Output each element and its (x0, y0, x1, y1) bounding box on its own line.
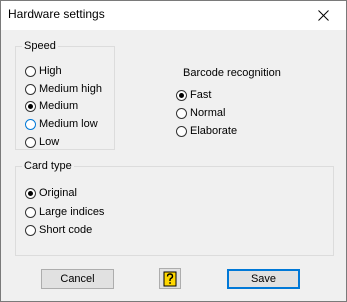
barcode-option-label: Fast (190, 89, 212, 101)
card-type-group-legend: Card type (22, 159, 74, 173)
radio-button-selected-icon (25, 187, 36, 199)
speed-option-label: Medium (39, 100, 79, 112)
card-type-option-label: Large indices (39, 206, 105, 218)
speed-option-medium-high[interactable]: Medium high (25, 81, 102, 97)
radio-button-icon (176, 107, 187, 119)
card-type-option-original[interactable]: Original (25, 185, 77, 201)
radio-button-icon (25, 83, 36, 95)
speed-option-label: Medium high (39, 83, 102, 95)
radio-button-icon (25, 224, 36, 236)
barcode-option-elaborate[interactable]: Elaborate (176, 123, 237, 139)
cancel-button-label: Cancel (60, 273, 95, 285)
speed-option-medium-low[interactable]: Medium low (25, 116, 98, 132)
radio-button-selected-icon (25, 100, 36, 112)
radio-button-icon (25, 65, 36, 77)
speed-option-label: Low (39, 136, 60, 148)
barcode-option-label: Elaborate (190, 125, 238, 137)
radio-button-selected-icon (176, 89, 187, 101)
radio-button-icon (176, 125, 187, 137)
card-type-option-large-indices[interactable]: Large indices (25, 204, 104, 220)
radio-button-icon (25, 206, 36, 218)
window-title: Hardware settings (8, 7, 105, 21)
card-type-option-short-code[interactable]: Short code (25, 222, 92, 238)
radio-button-icon (25, 118, 36, 130)
close-icon (318, 10, 329, 21)
barcode-option-normal[interactable]: Normal (176, 105, 225, 121)
speed-option-label: Medium low (39, 118, 98, 130)
barcode-option-fast[interactable]: Fast (176, 87, 211, 103)
title-bar: Hardware settings (1, 1, 346, 30)
speed-option-label: High (39, 65, 62, 77)
speed-option-low[interactable]: Low (25, 134, 59, 150)
hardware-settings-dialog: Hardware settings Speed High Medium high… (0, 0, 347, 302)
card-type-option-label: Original (39, 187, 77, 199)
save-button-label: Save (250, 273, 277, 285)
speed-option-medium[interactable]: Medium (25, 98, 78, 114)
radio-button-icon (25, 136, 36, 148)
save-button[interactable]: Save (227, 269, 300, 289)
help-question-icon (163, 271, 177, 286)
card-type-option-label: Short code (39, 224, 93, 236)
help-button[interactable] (159, 268, 181, 289)
close-button[interactable] (301, 1, 346, 30)
speed-option-high[interactable]: High (25, 63, 62, 79)
cancel-button[interactable]: Cancel (41, 269, 114, 289)
speed-group-legend: Speed (22, 39, 58, 53)
barcode-recognition-label: Barcode recognition (183, 67, 281, 79)
barcode-option-label: Normal (190, 107, 226, 119)
